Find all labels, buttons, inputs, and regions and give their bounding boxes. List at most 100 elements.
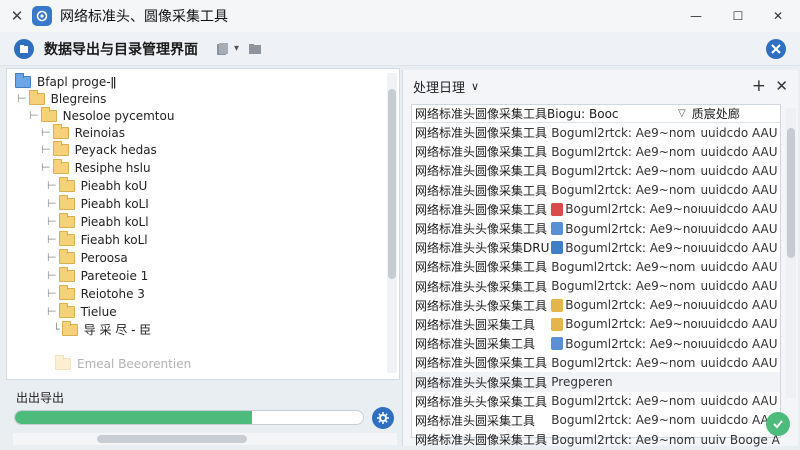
folder-icon xyxy=(58,176,75,192)
add-icon[interactable]: + xyxy=(752,76,766,96)
row-detail-text: Boguml2rtck: Ae9~nom xyxy=(565,317,701,332)
close-icon[interactable]: ✕ xyxy=(6,7,28,25)
row-detail-text: Boguml2rtck: Ae9~nom xyxy=(551,355,696,370)
maximize-button[interactable]: ☐ xyxy=(718,0,758,32)
document-icon[interactable] xyxy=(212,39,232,59)
row-detail-text: Boguml2rtck: Ae9~nom xyxy=(551,259,696,274)
panel-header: 处理日理 ∨ + ✕ xyxy=(403,70,798,102)
row-detail-cell: Boguml2rtck: Ae9~nom xyxy=(551,126,700,140)
tree-item[interactable]: Bfapl proge-ǁ xyxy=(13,72,116,90)
folder-icon xyxy=(15,72,31,88)
tree-item[interactable]: ⊢ Reiotohe 3 xyxy=(47,284,145,302)
table-row[interactable]: 网络标准头圆采集工具 Boguml2rtck: Ae9~nom uuidcdo AA… xyxy=(412,411,780,430)
tree-item[interactable]: ⊢ Peroosa xyxy=(47,248,128,266)
row-detail-text: Boguml2rtck: Ae9~nom xyxy=(551,144,696,159)
row-detail-text: Boguml2rtck: Ae9~nom xyxy=(551,413,696,428)
tree-item[interactable]: ⊢ Pareteoie 1 xyxy=(47,266,148,284)
upload-icon[interactable] xyxy=(14,38,34,59)
folder-icon xyxy=(58,248,75,264)
tree-item[interactable]: ⊢ Blegreins xyxy=(17,89,107,107)
file-type-icon xyxy=(551,241,564,255)
tree-item[interactable]: ⊢ Pieabh koU xyxy=(47,176,148,194)
log-vertical-scrollbar[interactable] xyxy=(786,108,796,398)
tree-connector: ⊢ xyxy=(41,161,51,174)
row-detail-text: Boguml2rtck: Ae9~nom xyxy=(551,183,696,198)
row-task-name: 网络标准头圆像采集工具 xyxy=(415,356,548,371)
chevron-down-icon[interactable]: ∨ xyxy=(471,80,479,93)
row-detail-cell: Boguml2rtck: Ae9~nom xyxy=(551,298,700,312)
table-row[interactable]: 网络标准头圆像采集工具 Boguml2rtck: Ae9~nom uuidcdo A… xyxy=(412,123,780,142)
tree-connector: ⊢ xyxy=(41,126,51,139)
row-detail-cell: Boguml2rtck: Ae9~nom xyxy=(551,317,700,331)
tree-item-label: Resiphe hslu xyxy=(74,160,151,175)
tree-connector: ⊢ xyxy=(47,197,57,210)
filter-icon[interactable]: ▽ xyxy=(678,108,686,119)
row-detail-text: Boguml2rtck: Ae9~nom xyxy=(565,240,701,255)
row-status: uuidcdo AAU xyxy=(700,259,778,274)
row-detail-text: Boguml2rtck: Ae9~nom xyxy=(551,279,696,294)
row-task-name: 网络标准头圆采集工具 xyxy=(415,413,536,428)
table-row[interactable]: 网络标准头圆采集工具 Boguml2rtck: Ae9~nom uuidcdo AA… xyxy=(412,315,780,334)
confirm-button[interactable] xyxy=(766,412,790,436)
tree-item-label: Pieabh koU xyxy=(80,178,148,193)
table-row[interactable]: 网络标准头圆像采集工具 Boguml2rtck: Ae9~nom uuidcdo A… xyxy=(412,257,780,276)
tree-item[interactable]: ⊢ Pieabh koLl xyxy=(47,212,149,230)
gear-icon[interactable] xyxy=(372,407,394,429)
page-title: 数据导出与目录管理界面 xyxy=(44,41,198,58)
row-task-name: 网络标准头圆像采集工具 xyxy=(415,202,548,217)
folder-icon xyxy=(52,158,69,174)
tree-item[interactable]: ⊢ Tielue xyxy=(47,302,117,320)
folder-icon xyxy=(58,194,75,210)
tree-item[interactable]: ⊢ Reinoias xyxy=(41,123,125,141)
directory-tree-panel: Bfapl proge-ǁ ⊢ Blegreins ⊢ Nesoloe pycemtou… xyxy=(6,68,400,445)
row-task-name: 网络标准头头像采集工具 xyxy=(415,298,548,313)
row-detail-cell: Boguml2rtck: Ae9~nom xyxy=(551,183,700,197)
tree-item[interactable]: ⊢ Peyack hedas xyxy=(41,140,157,158)
tree-connector: ⊢ xyxy=(47,251,57,264)
table-row[interactable]: 网络标准头头像采集DRU Boguml2rtck: Ae9~nom uuidcdo … xyxy=(412,238,780,257)
dropdown-chevron-icon[interactable]: ▾ xyxy=(234,43,239,54)
table-row[interactable]: 网络标准头头像采集工具 Pregperen xyxy=(412,372,780,392)
row-detail-text: Pregperen xyxy=(551,375,613,390)
row-task-name: 网络标准头圆像采集工具 xyxy=(415,145,548,160)
table-row[interactable]: 网络标准头头像采集工具 Boguml2rtck: Ae9~nom uuidcdo A… xyxy=(412,296,780,315)
close-window-button[interactable]: ✕ xyxy=(758,0,798,32)
table-row[interactable]: 网络标准头圆像采集工具 Boguml2rtck: Ae9~nom uuidcdo A… xyxy=(412,181,780,200)
tree-connector: └ xyxy=(53,323,60,336)
row-task-name: 网络标准头圆像采集工具 xyxy=(415,183,548,198)
file-type-icon xyxy=(551,337,564,351)
row-detail-cell: Boguml2rtck: Ae9~nom xyxy=(551,394,700,408)
tree-item[interactable]: ⊢ Resiphe hslu xyxy=(41,158,151,176)
tree-item[interactable]: └ 导 采 尽 - 臣 xyxy=(53,320,151,338)
row-status: uuidcdo AAU xyxy=(700,144,778,159)
close-icon[interactable]: ✕ xyxy=(775,77,788,95)
tree-horizontal-scrollbar[interactable] xyxy=(13,433,397,445)
table-row[interactable]: 网络标准头圆像采集工具 Boguml2rtck: Ae9~nom uuidcdo A… xyxy=(412,353,780,372)
tree-item[interactable]: ⊢ Pieabh koLI xyxy=(47,194,149,212)
row-status: uuidcdo AAU xyxy=(700,336,778,351)
tree-item-label: Blegreins xyxy=(50,91,107,106)
row-detail-text: Boguml2rtck: Ae9~nom xyxy=(565,336,701,351)
row-detail-text: Boguml2rtck: Ae9~nom xyxy=(551,125,696,140)
table-row[interactable]: 网络标准头头像采集工具 Boguml2rtck: Ae9~nom uuidcdo A… xyxy=(412,392,780,411)
tree-item[interactable]: ⊢ Nesoloe pycemtou xyxy=(29,106,174,124)
table-row[interactable]: 网络标准头圆像采集工具 Boguml2rtck: Ae9~nom uuidcdo A… xyxy=(412,142,780,161)
folder-icon xyxy=(40,106,57,122)
file-type-icon xyxy=(551,298,564,312)
settings-icon[interactable] xyxy=(766,39,786,59)
row-status: uuidcdo AAU xyxy=(700,279,778,294)
minimize-button[interactable]: — xyxy=(676,0,716,32)
tree-item[interactable]: Emeal Beeorentien xyxy=(53,354,191,372)
table-row[interactable]: 网络标准头圆采集工具 Boguml2rtck: Ae9~nom uuidcdo AA… xyxy=(412,334,780,353)
tree-item-label: Reinoias xyxy=(74,125,125,140)
folder-icon[interactable] xyxy=(245,39,265,59)
table-row[interactable]: 网络标准头圆像采集工具 Boguml2rtck: Ae9~nom uuidcdo A… xyxy=(412,200,780,219)
table-row[interactable]: 网络标准头头像采集工具 Boguml2rtck: Ae9~nom uuidcdo A… xyxy=(412,277,780,296)
table-row[interactable]: 网络标准头圆像采集工具 Boguml2rtck: Ae9~nom uuiv Boog… xyxy=(412,430,780,449)
tree-item[interactable]: ⊢ Fieabh koLl xyxy=(47,230,148,248)
table-row[interactable]: 网络标准头头像采集工具 Boguml2rtck: Ae9~nom uuidcdo A… xyxy=(412,219,780,238)
export-progress-bar xyxy=(14,410,364,425)
header-col3[interactable]: ▽ 质宸处廊 xyxy=(676,105,740,122)
tree-vertical-scrollbar[interactable] xyxy=(387,73,397,373)
table-row[interactable]: 网络标准头圆像采集工具 Boguml2rtck: Ae9~nom uuidcdo A… xyxy=(412,161,780,180)
